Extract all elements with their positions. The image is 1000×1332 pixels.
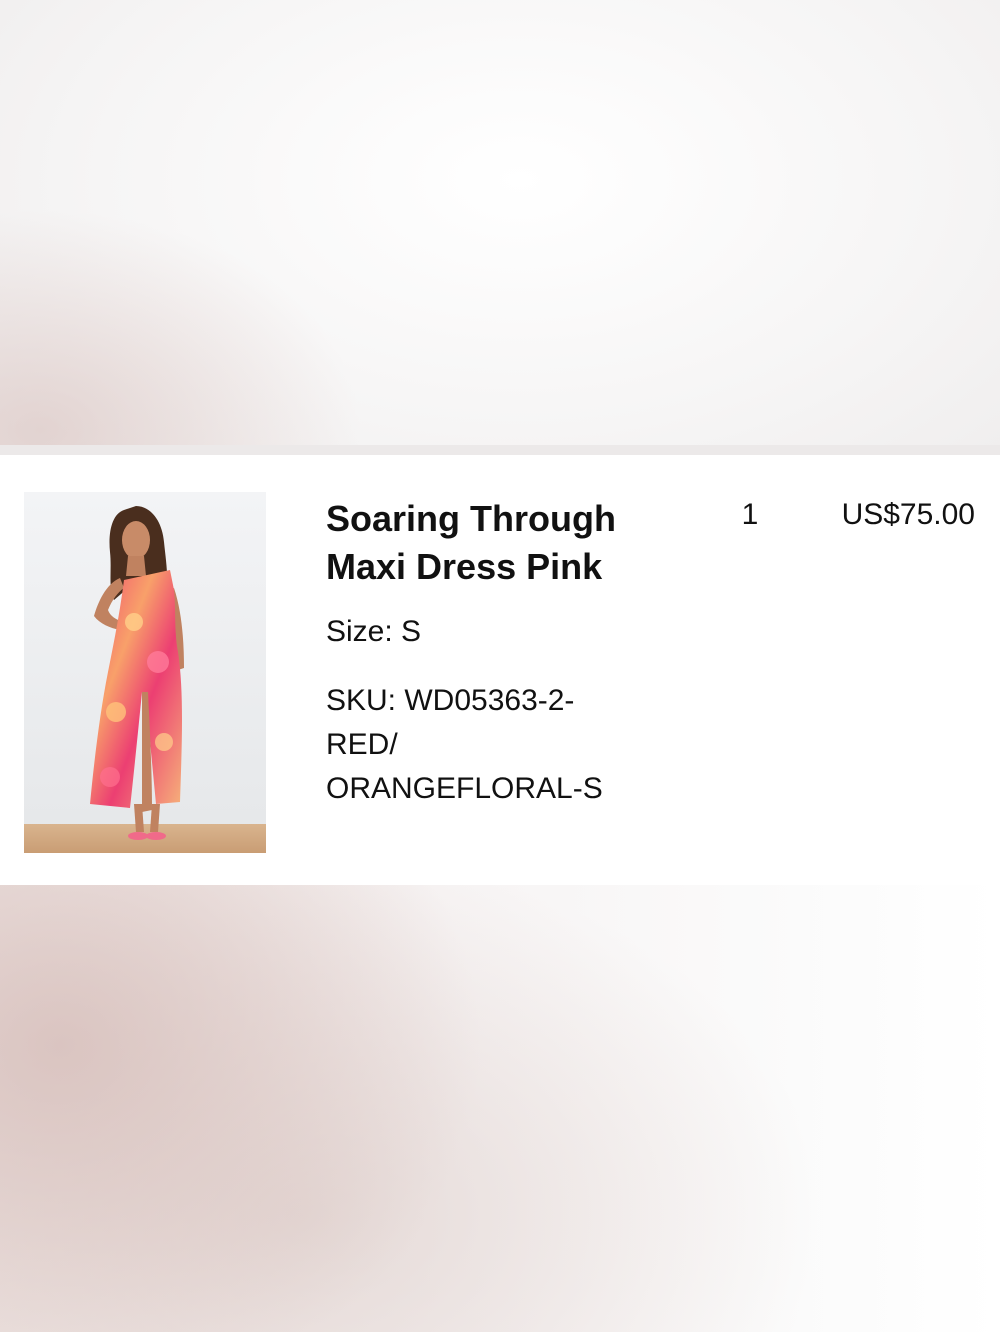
- divider: [0, 445, 1000, 455]
- product-image[interactable]: [24, 492, 266, 853]
- blurred-background-top: [0, 0, 1000, 445]
- product-name[interactable]: Soaring Through Maxi Dress Pink: [326, 495, 666, 591]
- order-item-card: Soaring Through Maxi Dress Pink Size: S …: [0, 455, 1000, 885]
- product-price: US$75.00: [841, 498, 975, 531]
- product-sku: SKU: WD05363-2- RED/ ORANGEFLORAL-S: [326, 679, 656, 811]
- sku-line: ORANGEFLORAL-S: [326, 772, 603, 805]
- blurred-background-bottom: [0, 885, 1000, 1332]
- sku-line: SKU: WD05363-2-: [326, 684, 575, 717]
- product-quantity: 1: [741, 498, 759, 531]
- sku-line: RED/: [326, 728, 398, 761]
- product-size: Size: S: [326, 615, 422, 648]
